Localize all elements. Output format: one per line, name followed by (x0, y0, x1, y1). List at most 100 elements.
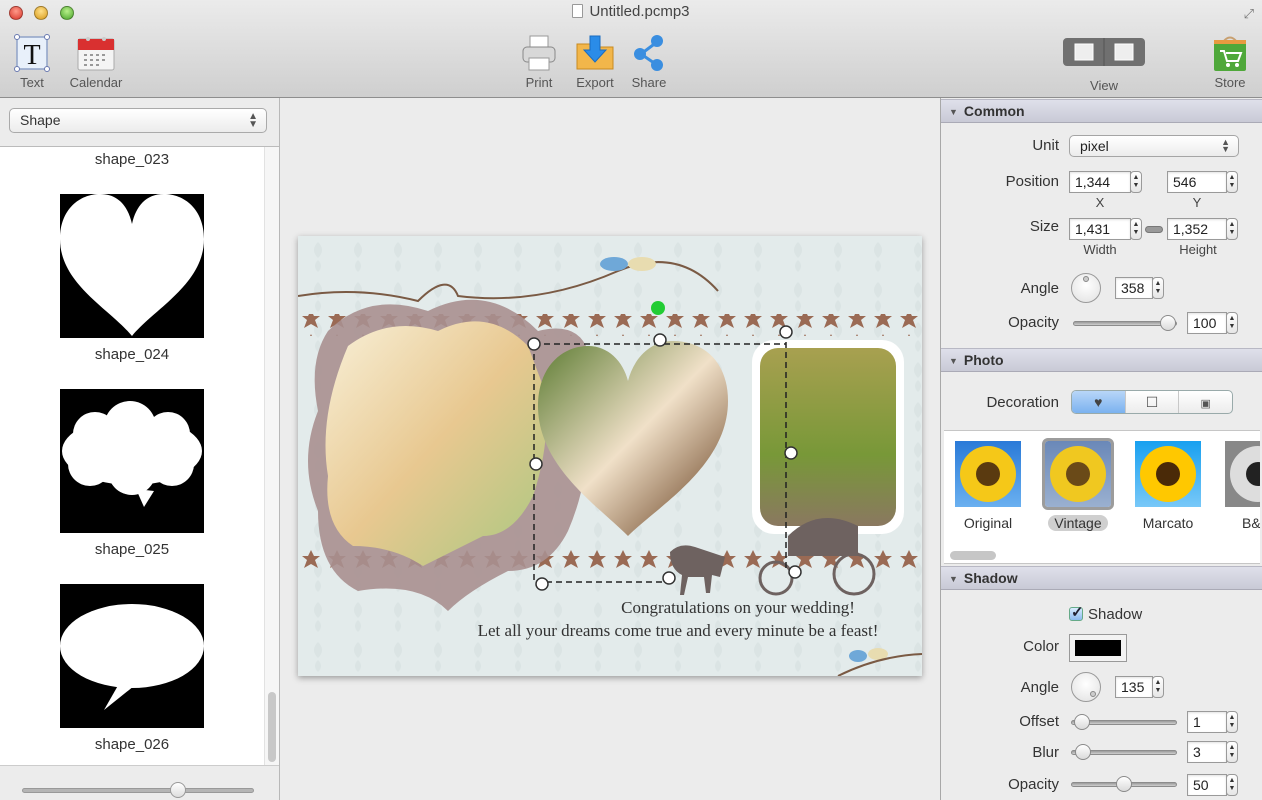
shadow-opacity-label: Opacity (1008, 776, 1059, 793)
export-button[interactable]: Export (570, 34, 620, 90)
square-icon: ☐ (1145, 394, 1159, 410)
share-icon (629, 34, 669, 72)
filter-label: Vintage (1048, 515, 1108, 531)
shape-library-panel: Shape ▲ ▼ shape_023 shape_024 shape_025 s… (0, 98, 280, 800)
position-y-stepper[interactable]: ▲ ▼ (1226, 171, 1238, 193)
shape-label: shape_023 (94, 151, 170, 168)
decoration-square-segment[interactable]: ☐ (1126, 391, 1180, 413)
shadow-opacity-slider[interactable] (1071, 776, 1177, 792)
store-button[interactable]: Store (1208, 34, 1252, 90)
unit-label: Unit (1032, 137, 1059, 154)
filter-bw[interactable]: B&W (1224, 441, 1260, 533)
sunflower-thumbnail (1135, 441, 1201, 507)
calendar-tool-button[interactable]: Calendar (64, 34, 128, 90)
shadow-checkbox[interactable]: Shadow (1069, 603, 1142, 623)
wedding-card-canvas[interactable]: Congratulations on your wedding! Let all… (298, 236, 922, 676)
slider-knob[interactable] (1160, 315, 1176, 331)
shadow-opacity-stepper[interactable]: ▲ ▼ (1226, 774, 1238, 796)
position-x-input[interactable]: 1,344 (1069, 171, 1131, 193)
category-select[interactable]: Shape ▲ ▼ (9, 108, 267, 133)
opacity-slider[interactable] (1073, 315, 1177, 331)
shape-list-scrollbar[interactable] (264, 147, 279, 765)
resize-handle[interactable] (535, 577, 549, 591)
angle-input[interactable]: 358 (1115, 277, 1153, 299)
width-input[interactable]: 1,431 (1069, 218, 1131, 240)
fullscreen-icon[interactable]: ⤢ (1244, 6, 1254, 22)
resize-handle[interactable] (779, 325, 793, 339)
angle-stepper[interactable]: ▲ ▼ (1152, 277, 1164, 299)
angle-dial[interactable] (1071, 273, 1101, 303)
checkbox-checked-icon (1069, 603, 1084, 621)
shadow-blur-slider[interactable] (1071, 744, 1177, 760)
greeting-line-2[interactable]: Let all your dreams come true and every … (478, 621, 879, 640)
shadow-section-header[interactable]: ▼ Shadow (941, 566, 1262, 590)
greeting-line-1[interactable]: Congratulations on your wedding! (621, 598, 855, 617)
shadow-blur-input[interactable]: 3 (1187, 741, 1227, 763)
width-stepper[interactable]: ▲ ▼ (1130, 218, 1142, 240)
print-button[interactable]: Print (518, 34, 560, 90)
shopping-bag-icon (1210, 34, 1250, 72)
filter-original[interactable]: Original (954, 441, 1022, 533)
text-icon: T (12, 34, 52, 72)
filter-vintage[interactable]: Vintage (1042, 438, 1114, 533)
position-y-input[interactable]: 546 (1167, 171, 1227, 193)
category-select-value: Shape (20, 112, 61, 128)
photo-filter-strip: Original Vintage Marcato B&W (944, 430, 1260, 564)
aspect-lock-link-icon[interactable] (1145, 226, 1163, 233)
slider-knob[interactable] (1116, 776, 1132, 792)
shape-item-cloud-bubble[interactable] (60, 389, 204, 533)
position-x-stepper[interactable]: ▲ ▼ (1130, 171, 1142, 193)
shadow-blur-stepper[interactable]: ▲ ▼ (1226, 741, 1238, 763)
unit-select[interactable]: pixel ▲ ▼ (1069, 135, 1239, 157)
size-label: Size (1029, 218, 1059, 235)
thumbnail-size-slider[interactable] (22, 782, 254, 798)
resize-handle[interactable] (529, 457, 543, 471)
resize-handle[interactable] (662, 571, 676, 585)
shape-label: shape_026 (94, 736, 170, 753)
slider-knob[interactable] (1074, 744, 1091, 760)
view-toggle[interactable]: View (1062, 34, 1146, 93)
decoration-heart-segment[interactable]: ♥ (1072, 391, 1126, 413)
shadow-offset-stepper[interactable]: ▲ ▼ (1226, 711, 1238, 733)
slider-knob[interactable] (1073, 714, 1090, 730)
export-label: Export (576, 75, 614, 90)
opacity-input[interactable]: 100 (1187, 312, 1227, 334)
share-button[interactable]: Share (628, 34, 670, 90)
shadow-offset-slider[interactable] (1071, 714, 1177, 730)
filter-marcato[interactable]: Marcato (1134, 441, 1202, 533)
resize-handle[interactable] (653, 333, 667, 347)
scrollbar-thumb[interactable] (268, 692, 276, 762)
view-label: View (1090, 78, 1118, 93)
resize-handle[interactable] (788, 565, 802, 579)
section-title: Shadow (963, 570, 1018, 586)
rotation-handle[interactable] (651, 301, 665, 315)
shape-label: shape_025 (94, 541, 170, 558)
disclosure-triangle-icon: ▼ (949, 574, 958, 584)
photo-section-header[interactable]: ▼ Photo (941, 348, 1262, 372)
text-tool-button[interactable]: T Text (8, 34, 56, 90)
shadow-angle-input[interactable]: 135 (1115, 676, 1153, 698)
shape-item-oval-bubble[interactable] (60, 584, 204, 728)
shadow-offset-input[interactable]: 1 (1187, 711, 1227, 733)
select-arrows-icon: ▲ ▼ (1221, 137, 1230, 154)
filter-strip-scrollbar[interactable] (950, 551, 996, 560)
slider-knob[interactable] (169, 782, 186, 798)
shadow-opacity-input[interactable]: 50 (1187, 774, 1227, 796)
section-title: Photo (963, 352, 1004, 368)
sunflower-thumbnail (955, 441, 1021, 507)
cloud-bubble-icon (62, 401, 202, 507)
height-stepper[interactable]: ▲ ▼ (1226, 218, 1238, 240)
shape-label: shape_024 (94, 346, 170, 363)
opacity-stepper[interactable]: ▲ ▼ (1226, 312, 1238, 334)
shadow-color-well[interactable] (1069, 634, 1127, 662)
shape-item-heart[interactable] (60, 194, 204, 338)
common-section-header[interactable]: ▼ Common (941, 99, 1262, 123)
resize-handle[interactable] (527, 337, 541, 351)
decoration-segmented-control: ♥ ☐ ▣ (1071, 390, 1233, 414)
shadow-angle-dial[interactable] (1071, 672, 1101, 702)
decoration-image-segment[interactable]: ▣ (1179, 391, 1232, 413)
shadow-angle-stepper[interactable]: ▲ ▼ (1152, 676, 1164, 698)
resize-handle[interactable] (784, 446, 798, 460)
height-input[interactable]: 1,352 (1167, 218, 1227, 240)
disclosure-triangle-icon: ▼ (949, 356, 958, 366)
